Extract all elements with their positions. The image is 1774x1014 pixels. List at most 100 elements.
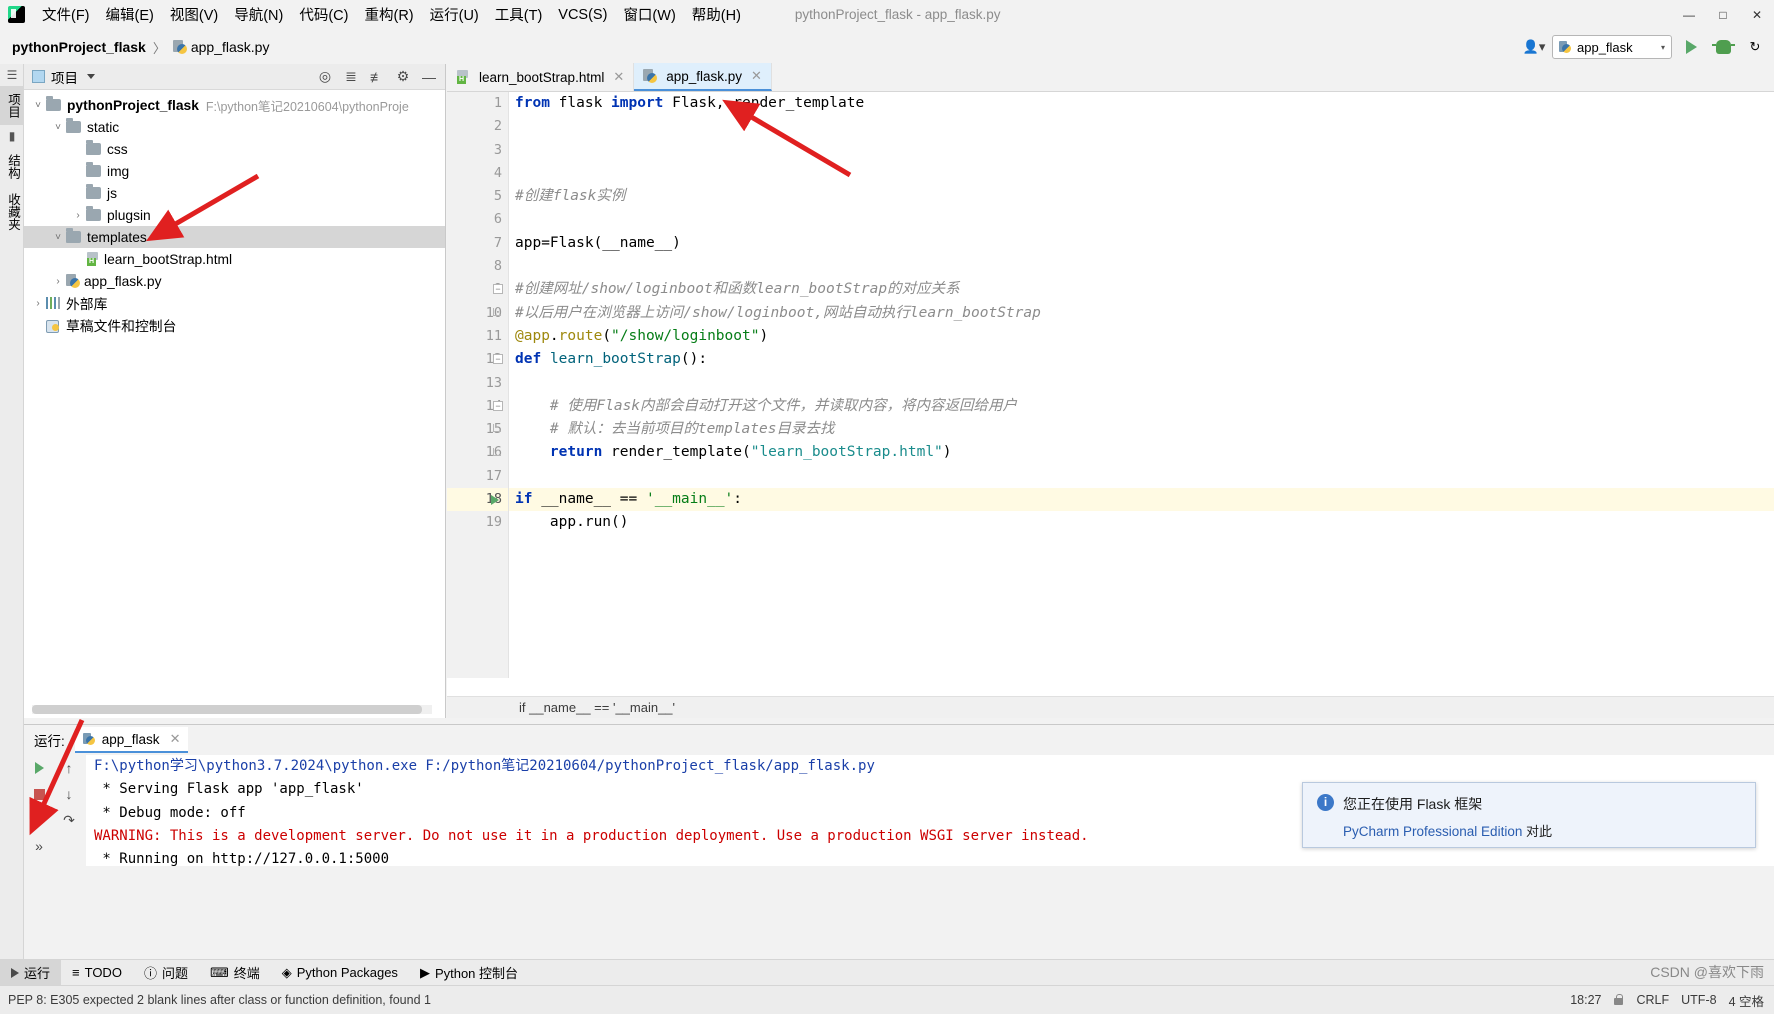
left-strip-tab-1[interactable]: 项目 bbox=[0, 86, 27, 125]
bottom-tab-5[interactable]: ◈ Python Packages bbox=[271, 960, 409, 986]
code-line[interactable] bbox=[509, 372, 1774, 395]
code-editor[interactable]: 12345678910111213141516171819 −−− from f… bbox=[447, 92, 1774, 678]
soft-wrap-button[interactable]: ↷ bbox=[54, 807, 84, 833]
menu-item-2[interactable]: 编辑(E) bbox=[98, 1, 162, 28]
tree-row[interactable]: learn_bootStrap.html bbox=[24, 248, 445, 270]
code-line[interactable]: if __name__ == '__main__': bbox=[509, 488, 1774, 512]
run-button[interactable] bbox=[1678, 34, 1704, 60]
run-configuration-selector[interactable]: app_flask ▾ bbox=[1552, 35, 1672, 59]
fold-end-icon[interactable] bbox=[493, 307, 503, 318]
bottom-tab-6[interactable]: ▶ Python 控制台 bbox=[409, 960, 529, 986]
left-strip-tab-3[interactable]: 收藏夹 bbox=[0, 186, 27, 238]
caret-position[interactable]: 18:27 bbox=[1570, 993, 1601, 1007]
fold-mid-icon[interactable] bbox=[493, 424, 503, 434]
menu-item-1[interactable]: 文件(F) bbox=[34, 1, 98, 28]
file-encoding[interactable]: UTF-8 bbox=[1681, 993, 1716, 1007]
code-content[interactable]: from flask import Flask, render_template… bbox=[509, 92, 1774, 678]
left-strip-tab-2[interactable]: 结构 bbox=[0, 147, 27, 186]
stop-button[interactable] bbox=[24, 781, 54, 807]
code-line[interactable]: app=Flask(__name__) bbox=[509, 232, 1774, 255]
bottom-tab-2[interactable]: ≡ TODO bbox=[61, 960, 133, 986]
hide-panel-icon[interactable]: — bbox=[417, 65, 441, 89]
user-account-icon[interactable]: 👤▾ bbox=[1522, 37, 1546, 57]
twisty-icon[interactable]: › bbox=[50, 276, 66, 287]
fold-start-icon[interactable]: − bbox=[493, 400, 503, 411]
menu-item-7[interactable]: 运行(U) bbox=[422, 1, 487, 28]
code-line[interactable] bbox=[509, 255, 1774, 278]
debug-button[interactable] bbox=[1710, 34, 1736, 60]
tree-row[interactable]: › plugsin bbox=[24, 204, 445, 226]
menu-item-4[interactable]: 导航(N) bbox=[226, 1, 291, 28]
notification-popup[interactable]: i 您正在使用 Flask 框架 PyCharm Professional Ed… bbox=[1302, 782, 1756, 848]
code-line[interactable]: @app.route("/show/loginboot") bbox=[509, 325, 1774, 348]
tree-row[interactable]: js bbox=[24, 182, 445, 204]
tree-row[interactable]: › app_flask.py bbox=[24, 270, 445, 292]
code-line[interactable]: #创建网址/show/loginboot和函数learn_bootStrap的对… bbox=[509, 278, 1774, 301]
locate-icon[interactable]: ◎ bbox=[313, 65, 337, 89]
menu-item-10[interactable]: 窗口(W) bbox=[615, 1, 683, 28]
menu-item-5[interactable]: 代码(C) bbox=[291, 1, 356, 28]
tree-row[interactable]: img bbox=[24, 160, 445, 182]
project-horizontal-scrollbar[interactable] bbox=[32, 705, 432, 714]
chevron-down-icon[interactable] bbox=[87, 74, 95, 79]
code-line[interactable] bbox=[509, 139, 1774, 162]
breadcrumb-file[interactable]: app_flask.py bbox=[191, 39, 270, 55]
code-line[interactable]: #创建flask实例 bbox=[509, 185, 1774, 208]
notification-link[interactable]: PyCharm Professional Edition bbox=[1343, 824, 1522, 839]
run-tab-app-flask[interactable]: app_flask ✕ bbox=[74, 727, 189, 753]
close-button[interactable]: ✕ bbox=[1740, 0, 1774, 30]
gear-icon[interactable]: ⚙ bbox=[391, 65, 415, 89]
menu-item-3[interactable]: 视图(V) bbox=[162, 1, 226, 28]
maximize-button[interactable]: □ bbox=[1706, 0, 1740, 30]
code-line[interactable] bbox=[509, 465, 1774, 488]
menu-item-6[interactable]: 重构(R) bbox=[356, 1, 421, 28]
code-line[interactable] bbox=[509, 208, 1774, 231]
rerun-button[interactable] bbox=[24, 755, 54, 781]
run-gutter-icon[interactable] bbox=[491, 495, 499, 506]
prev-occurrence-button[interactable]: ↑ bbox=[54, 755, 84, 781]
fold-start-icon[interactable]: − bbox=[493, 284, 503, 295]
menu-item-11[interactable]: 帮助(H) bbox=[684, 1, 749, 28]
code-line[interactable]: #以后用户在浏览器上访问/show/loginboot,网站自动执行learn_… bbox=[509, 302, 1774, 325]
collapse-all-icon[interactable]: ≢ bbox=[365, 65, 389, 89]
close-icon[interactable]: ✕ bbox=[170, 731, 181, 747]
tree-row[interactable]: ˅ pythonProject_flask F:\python笔记20210604\… bbox=[24, 94, 445, 116]
fold-start-icon[interactable]: − bbox=[493, 354, 503, 365]
bottom-tab-3[interactable]: ⓘ 问题 bbox=[133, 960, 199, 986]
menu-item-8[interactable]: 工具(T) bbox=[487, 1, 551, 28]
more-options-button[interactable]: » bbox=[24, 807, 54, 833]
code-line[interactable] bbox=[509, 115, 1774, 138]
expand-all-icon[interactable]: ≣ bbox=[339, 65, 363, 89]
code-line[interactable] bbox=[509, 162, 1774, 185]
code-line[interactable]: # 使用Flask内部会自动打开这个文件，并读取内容，将内容返回给用户 bbox=[509, 395, 1774, 418]
twisty-icon[interactable]: ˅ bbox=[50, 122, 66, 133]
code-line[interactable]: # 默认：去当前项目的templates目录去找 bbox=[509, 418, 1774, 441]
editor-tab-1[interactable]: learn_bootStrap.html ✕ bbox=[447, 63, 635, 91]
tree-row[interactable]: ˅ static bbox=[24, 116, 445, 138]
menu-item-9[interactable]: VCS(S) bbox=[550, 4, 615, 26]
tree-row[interactable]: 草稿文件和控制台 bbox=[24, 314, 445, 336]
editor-tab-2[interactable]: app_flask.py ✕ bbox=[634, 63, 772, 91]
breadcrumb-project[interactable]: pythonProject_flask bbox=[12, 39, 146, 55]
code-line[interactable]: from flask import Flask, render_template bbox=[509, 92, 1774, 115]
code-line[interactable]: app.run() bbox=[509, 511, 1774, 534]
indent-setting[interactable]: 4 空格 bbox=[1729, 991, 1764, 1010]
menu-toggle-icon[interactable]: ☰ bbox=[0, 64, 24, 86]
twisty-icon[interactable]: › bbox=[30, 298, 46, 309]
next-occurrence-button[interactable]: ↓ bbox=[54, 781, 84, 807]
fold-end-icon[interactable] bbox=[493, 447, 503, 458]
bottom-tab-4[interactable]: ⌨ 终端 bbox=[199, 960, 271, 986]
twisty-icon[interactable]: › bbox=[70, 210, 86, 221]
more-run-options-button[interactable]: ↻ bbox=[1742, 34, 1768, 60]
tree-row[interactable]: › 外部库 bbox=[24, 292, 445, 314]
code-line[interactable]: def learn_bootStrap(): bbox=[509, 348, 1774, 371]
minimize-button[interactable]: — bbox=[1672, 0, 1706, 30]
lock-icon[interactable] bbox=[1613, 993, 1624, 1007]
tree-row[interactable]: css bbox=[24, 138, 445, 160]
expand-button[interactable]: » bbox=[24, 833, 54, 859]
close-icon[interactable]: ✕ bbox=[613, 69, 624, 85]
code-line[interactable]: return render_template("learn_bootStrap.… bbox=[509, 441, 1774, 464]
tree-row[interactable]: ˅ templates bbox=[24, 226, 445, 248]
bottom-tab-1[interactable]: 运行 bbox=[0, 959, 62, 986]
line-separator[interactable]: CRLF bbox=[1636, 993, 1669, 1007]
